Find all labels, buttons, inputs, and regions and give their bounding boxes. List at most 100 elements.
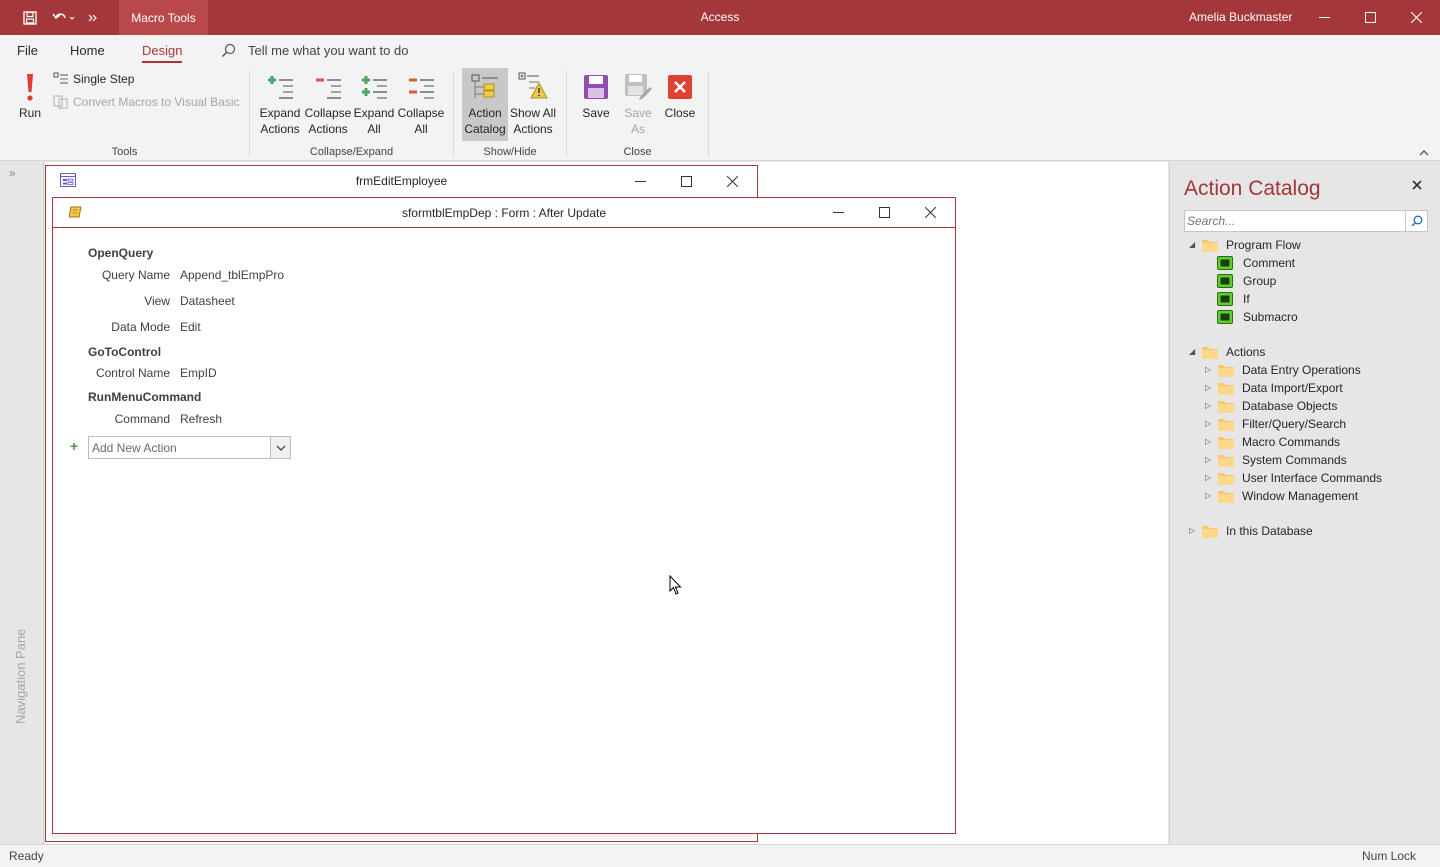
collapsed-triangle-icon[interactable]: ▷ — [1205, 437, 1211, 446]
collapsed-triangle-icon[interactable]: ▷ — [1205, 491, 1211, 500]
macro-maximize-button[interactable] — [872, 200, 896, 224]
arg-label: Command — [114, 412, 170, 426]
folder-icon — [1202, 239, 1218, 252]
tree-item-if[interactable]: If — [1217, 290, 1250, 308]
catalog-search-button[interactable] — [1405, 211, 1427, 231]
user-name[interactable]: Amelia Buckmaster — [1189, 10, 1292, 24]
tree-item-user-interface-commands[interactable]: User Interface Commands — [1218, 469, 1382, 487]
collapsed-triangle-icon[interactable]: ▷ — [1205, 455, 1211, 464]
folder-icon — [1218, 490, 1234, 503]
expanded-triangle-icon[interactable]: ◢ — [1189, 240, 1195, 249]
show-all-actions-button[interactable]: Show All Actions — [509, 71, 557, 137]
collapsed-triangle-icon[interactable]: ▷ — [1189, 526, 1195, 535]
maximize-icon — [1364, 12, 1376, 23]
mouse-cursor-icon — [669, 574, 682, 599]
folder-icon — [1218, 436, 1234, 449]
close-button[interactable] — [1393, 0, 1439, 35]
nav-pane-toggle-icon[interactable]: » — [9, 166, 16, 180]
tab-home[interactable]: Home — [70, 43, 105, 58]
single-step-button[interactable]: Single Step — [53, 72, 134, 86]
tree-item-filter-query-search[interactable]: Filter/Query/Search — [1218, 415, 1346, 433]
submacro-flow-icon — [1217, 310, 1233, 324]
collapsed-triangle-icon[interactable]: ▷ — [1205, 473, 1211, 482]
tree-item-data-entry-operations[interactable]: Data Entry Operations — [1218, 361, 1361, 379]
macro-action-runmenucommand[interactable]: RunMenuCommand — [88, 390, 201, 404]
lightbulb-search-icon — [221, 43, 236, 61]
collapsed-triangle-icon[interactable]: ▷ — [1205, 365, 1211, 374]
close-x-icon — [664, 71, 696, 103]
undo-icon[interactable] — [47, 0, 79, 35]
macro-minimize-button[interactable] — [826, 200, 850, 224]
group-separator — [249, 71, 250, 157]
folder-icon — [1218, 472, 1234, 485]
catalog-close-button[interactable] — [1408, 176, 1426, 194]
tell-me-input[interactable]: Tell me what you want to do — [248, 43, 408, 58]
tree-item-window-management[interactable]: Window Management — [1218, 487, 1358, 505]
expand-actions-icon — [264, 71, 296, 103]
catalog-search-input[interactable] — [1185, 211, 1403, 231]
ribbon: Run Single Step Convert Macros to Visual… — [0, 65, 1440, 161]
arg-value[interactable]: Append_tblEmpPro — [180, 268, 284, 282]
save-icon[interactable] — [17, 0, 43, 35]
collapse-all-button[interactable]: Collapse All — [397, 71, 445, 137]
folder-icon — [1218, 364, 1234, 377]
tree-program-flow[interactable]: Program Flow — [1202, 236, 1301, 254]
expand-all-button[interactable]: Expand All — [353, 71, 395, 137]
group-label-show-hide: Show/Hide — [483, 146, 537, 158]
customize-qat-icon[interactable] — [80, 0, 106, 35]
arg-value[interactable]: Datasheet — [180, 294, 235, 308]
collapsed-triangle-icon[interactable]: ▷ — [1205, 383, 1211, 392]
search-icon — [1410, 215, 1422, 227]
expand-actions-button[interactable]: Expand Actions — [258, 71, 302, 137]
tree-in-this-database[interactable]: In this Database — [1202, 522, 1313, 540]
form-close-button[interactable] — [720, 169, 744, 193]
tree-item-submacro[interactable]: Submacro — [1217, 308, 1298, 326]
close-macro-button[interactable]: Close — [661, 71, 699, 121]
tree-item-comment[interactable]: Comment — [1217, 254, 1295, 272]
expand-all-icon — [358, 71, 390, 103]
collapsed-triangle-icon[interactable]: ▷ — [1205, 419, 1211, 428]
group-flow-icon — [1217, 274, 1233, 288]
save-as-button[interactable]: Save As — [619, 71, 657, 137]
run-button[interactable]: Run — [12, 71, 48, 121]
collapse-ribbon-icon[interactable] — [1419, 146, 1429, 160]
macro-action-gotocontrol[interactable]: GoToControl — [88, 345, 161, 359]
expanded-triangle-icon[interactable]: ◢ — [1189, 347, 1195, 356]
arg-value[interactable]: Refresh — [180, 412, 222, 426]
form-maximize-button[interactable] — [674, 169, 698, 193]
maximize-button[interactable] — [1347, 0, 1393, 35]
navigation-pane[interactable]: » Navigation Pane — [0, 162, 44, 844]
form-minimize-button[interactable] — [628, 169, 652, 193]
folder-icon — [1202, 525, 1218, 538]
if-flow-icon — [1217, 292, 1233, 306]
tree-item-macro-commands[interactable]: Macro Commands — [1218, 433, 1340, 451]
folder-icon — [1218, 418, 1234, 431]
action-catalog-button[interactable]: Action Catalog — [462, 68, 508, 141]
arg-value[interactable]: Edit — [180, 320, 201, 334]
add-new-action-combobox[interactable]: Add New Action — [88, 436, 291, 459]
convert-macros-button[interactable]: Convert Macros to Visual Basic — [53, 95, 240, 109]
tab-file[interactable]: File — [17, 43, 38, 58]
maximize-icon — [680, 175, 692, 187]
tree-item-system-commands[interactable]: System Commands — [1218, 451, 1347, 469]
group-separator — [566, 71, 567, 157]
tree-item-data-import-export[interactable]: Data Import/Export — [1218, 379, 1343, 397]
collapse-actions-button[interactable]: Collapse Actions — [304, 71, 352, 137]
minimize-button[interactable] — [1301, 0, 1347, 35]
tree-actions[interactable]: Actions — [1202, 343, 1265, 361]
arg-label: Control Name — [95, 366, 170, 380]
tree-item-group[interactable]: Group — [1217, 272, 1276, 290]
minimize-icon — [1318, 17, 1330, 18]
navigation-pane-label[interactable]: Navigation Pane — [13, 624, 28, 724]
close-icon — [1410, 12, 1422, 23]
save-ribbon-button[interactable]: Save — [577, 71, 615, 121]
arg-value[interactable]: EmpID — [180, 366, 217, 380]
collapsed-triangle-icon[interactable]: ▷ — [1205, 401, 1211, 410]
tree-item-database-objects[interactable]: Database Objects — [1218, 397, 1337, 415]
folder-icon — [1218, 382, 1234, 395]
group-label-tools: Tools — [111, 146, 138, 158]
dropdown-button[interactable] — [270, 437, 290, 458]
macro-action-openquery[interactable]: OpenQuery — [88, 246, 153, 260]
tab-design[interactable]: Design — [142, 43, 183, 63]
macro-close-button[interactable] — [918, 200, 942, 224]
